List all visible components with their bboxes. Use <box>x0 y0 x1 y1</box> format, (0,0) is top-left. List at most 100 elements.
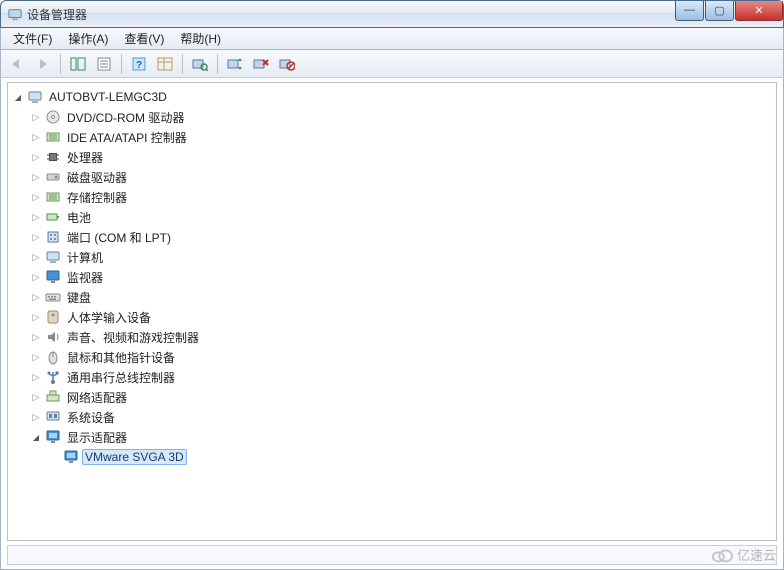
toolbar: ? <box>0 50 784 78</box>
uninstall-button[interactable] <box>249 53 273 75</box>
tree-node-dvd[interactable]: ▷DVD/CD-ROM 驱动器 <box>28 107 776 127</box>
display-icon <box>45 429 61 445</box>
tree-node-label: 存储控制器 <box>64 188 130 207</box>
tree-root-node[interactable]: ◢ AUTOBVT-LEMGC3D <box>10 87 776 107</box>
tree-node-keyboard[interactable]: ▷键盘 <box>28 287 776 307</box>
battery-icon <box>45 209 61 225</box>
menu-help[interactable]: 帮助(H) <box>172 28 229 49</box>
tree-node-label: 通用串行总线控制器 <box>64 368 178 387</box>
minimize-button[interactable]: — <box>675 1 704 21</box>
expand-toggle[interactable]: ▷ <box>30 251 42 263</box>
tree-node-ide[interactable]: ▷IDE ATA/ATAPI 控制器 <box>28 127 776 147</box>
network-icon <box>45 389 61 405</box>
expand-toggle[interactable]: ▷ <box>30 211 42 223</box>
close-button[interactable]: ✕ <box>735 1 783 21</box>
tree-node-label: 鼠标和其他指针设备 <box>64 348 178 367</box>
drive-icon <box>45 169 61 185</box>
device-tree[interactable]: ◢ AUTOBVT-LEMGC3D ▷DVD/CD-ROM 驱动器▷IDE ATA/… <box>8 83 776 471</box>
expand-toggle[interactable]: ▷ <box>30 391 42 403</box>
expand-toggle[interactable]: ▷ <box>30 351 42 363</box>
toolbar-separator <box>121 54 122 74</box>
menu-view[interactable]: 查看(V) <box>116 28 172 49</box>
app-icon <box>7 6 23 22</box>
tree-node-monitor[interactable]: ▷监视器 <box>28 267 776 287</box>
tree-node-label: 计算机 <box>64 248 106 267</box>
disable-icon <box>279 57 295 71</box>
maximize-button[interactable]: ▢ <box>705 1 734 21</box>
back-icon <box>9 58 25 70</box>
expand-toggle[interactable]: ▷ <box>30 191 42 203</box>
disable-button[interactable] <box>275 53 299 75</box>
uninstall-icon <box>253 57 269 71</box>
tree-node-label: 电池 <box>64 208 94 227</box>
port-icon <box>45 229 61 245</box>
controller-icon <box>45 189 61 205</box>
menu-file[interactable]: 文件(F) <box>5 28 60 49</box>
expand-toggle[interactable]: ◢ <box>30 431 42 443</box>
tree-node-network[interactable]: ▷ 网络适配器 <box>28 387 776 407</box>
expand-toggle[interactable]: ▷ <box>30 151 42 163</box>
tree-node-label: 磁盘驱动器 <box>64 168 130 187</box>
toolbar-separator <box>217 54 218 74</box>
disc-icon <box>45 109 61 125</box>
console-tree-button[interactable] <box>66 53 90 75</box>
display-icon <box>63 449 79 465</box>
expand-toggle[interactable]: ▷ <box>30 331 42 343</box>
computer-icon <box>27 89 43 105</box>
update-driver-button[interactable] <box>223 53 247 75</box>
tree-node-label: VMware SVGA 3D <box>82 449 187 465</box>
computer-icon <box>45 249 61 265</box>
sound-icon <box>45 329 61 345</box>
update-icon <box>227 57 243 71</box>
expand-toggle[interactable]: ▷ <box>30 231 42 243</box>
tree-icon <box>70 57 86 71</box>
properties-button[interactable] <box>92 53 116 75</box>
expand-toggle[interactable]: ▷ <box>30 411 42 423</box>
forward-icon <box>35 58 51 70</box>
tree-node-sound[interactable]: ▷ 声音、视频和游戏控制器 <box>28 327 776 347</box>
expand-toggle[interactable]: ▷ <box>30 271 42 283</box>
tree-node-hid[interactable]: ▷人体学输入设备 <box>28 307 776 327</box>
client-area: ◢ AUTOBVT-LEMGC3D ▷DVD/CD-ROM 驱动器▷IDE ATA/… <box>0 78 784 570</box>
expand-toggle[interactable]: ▷ <box>30 311 42 323</box>
detail-button[interactable] <box>153 53 177 75</box>
tree-node-system[interactable]: ▷ 系统设备 <box>28 407 776 427</box>
tree-node-vmware-svga[interactable]: VMware SVGA 3D <box>46 447 776 467</box>
tree-node-label: 系统设备 <box>64 408 118 427</box>
tree-node-display[interactable]: ◢显示适配器 <box>28 427 776 447</box>
expand-toggle[interactable]: ▷ <box>30 291 42 303</box>
menu-action[interactable]: 操作(A) <box>60 28 116 49</box>
tree-node-storage[interactable]: ▷ 存储控制器 <box>28 187 776 207</box>
expand-toggle[interactable]: ◢ <box>12 91 24 103</box>
controller-icon <box>45 129 61 145</box>
tree-node-mouse[interactable]: ▷ 鼠标和其他指针设备 <box>28 347 776 367</box>
keyboard-icon <box>45 289 61 305</box>
expand-toggle[interactable]: ▷ <box>30 171 42 183</box>
toolbar-separator <box>60 54 61 74</box>
tree-node-label: 网络适配器 <box>64 388 130 407</box>
expand-toggle[interactable]: ▷ <box>30 111 42 123</box>
window-title: 设备管理器 <box>27 6 674 23</box>
scan-icon <box>192 57 208 71</box>
expand-toggle[interactable]: ▷ <box>30 131 42 143</box>
tree-node-disk[interactable]: ▷ 磁盘驱动器 <box>28 167 776 187</box>
help-button[interactable]: ? <box>127 53 151 75</box>
tree-node-cpu[interactable]: ▷ 处理器 <box>28 147 776 167</box>
tree-node-usb[interactable]: ▷ 通用串行总线控制器 <box>28 367 776 387</box>
tree-node-label: AUTOBVT-LEMGC3D <box>46 89 170 105</box>
status-bar <box>7 545 777 565</box>
titlebar: 设备管理器 — ▢ ✕ <box>0 0 784 28</box>
scan-hardware-button[interactable] <box>188 53 212 75</box>
monitor-icon <box>45 269 61 285</box>
tree-node-label: 处理器 <box>64 148 106 167</box>
tree-node-ports[interactable]: ▷ 端口 (COM 和 LPT) <box>28 227 776 247</box>
expand-toggle[interactable]: ▷ <box>30 371 42 383</box>
tree-node-label: 端口 (COM 和 LPT) <box>64 228 174 247</box>
back-button[interactable] <box>5 53 29 75</box>
tree-node-label: 声音、视频和游戏控制器 <box>64 328 202 347</box>
tree-node-battery[interactable]: ▷ 电池 <box>28 207 776 227</box>
menubar: 文件(F) 操作(A) 查看(V) 帮助(H) <box>0 28 784 50</box>
forward-button[interactable] <box>31 53 55 75</box>
tree-node-computer[interactable]: ▷ 计算机 <box>28 247 776 267</box>
properties-icon <box>97 57 111 71</box>
